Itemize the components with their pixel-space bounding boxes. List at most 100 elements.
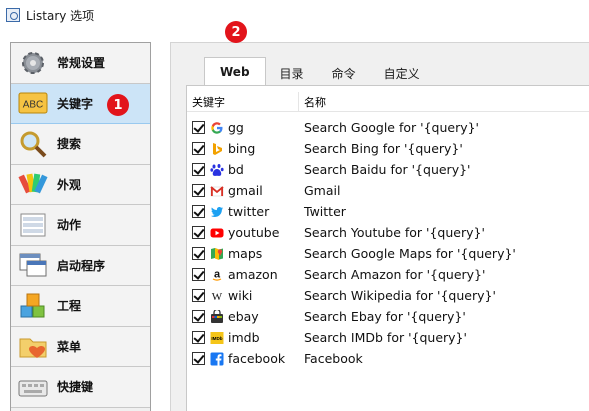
sidebar-item-actions[interactable]: 动作 [11, 205, 150, 246]
enable-checkbox[interactable] [192, 226, 205, 239]
enable-checkbox[interactable] [192, 121, 205, 134]
name-text: Search Wikipedia for '{query}' [304, 288, 496, 303]
sidebar-item-label: 启动程序 [57, 258, 106, 273]
list-item[interactable]: a amazon Search Amazon for '{query}' [187, 264, 589, 285]
keyword-text: bd [228, 162, 244, 177]
keyword-text: gg [228, 120, 244, 135]
window-title: Listary 选项 [26, 8, 95, 23]
enable-checkbox[interactable] [192, 310, 205, 323]
sidebar-item-label: 外观 [57, 177, 82, 192]
keyword-text: amazon [228, 267, 278, 282]
list-item[interactable]: youtube Search Youtube for '{query}' [187, 222, 589, 243]
palette-icon [17, 168, 49, 200]
column-header-name[interactable]: 名称 [299, 94, 326, 110]
keyboard-icon [17, 371, 49, 403]
name-text: Search Google for '{query}' [304, 120, 479, 135]
enable-checkbox[interactable] [192, 331, 205, 344]
name-text: Twitter [304, 204, 346, 219]
list-item[interactable]: gg Search Google for '{query}' [187, 117, 589, 138]
sidebar: 常规设置 ABC 关键字 搜索 外观 动作 启动程序 工程 菜单 快捷键 [10, 42, 151, 411]
tab-custom[interactable]: 自定义 [370, 61, 434, 85]
sidebar-item-label: 快捷键 [57, 380, 94, 395]
enable-checkbox[interactable] [192, 268, 205, 281]
column-header-keyword[interactable]: 关键字 [187, 92, 299, 111]
youtube-icon [210, 226, 224, 240]
sidebar-item-projects[interactable]: 工程 [11, 286, 150, 327]
name-text: Facebook [304, 351, 363, 366]
sidebar-item-menu[interactable]: 菜单 [11, 326, 150, 367]
list-item[interactable]: bd Search Baidu for '{query}' [187, 159, 589, 180]
tab-web[interactable]: Web [204, 57, 266, 85]
gmail-icon [210, 184, 224, 198]
list-rows: gg Search Google for '{query}' bing Sear… [187, 117, 589, 369]
tab-bar: Web 目录 命令 自定义 [204, 57, 434, 85]
tab-directory[interactable]: 目录 [266, 61, 318, 85]
actions-icon [17, 209, 49, 241]
list-item[interactable]: ebay Search Ebay for '{query}' [187, 306, 589, 327]
list-item[interactable]: facebook Facebook [187, 348, 589, 369]
svg-text:a: a [214, 268, 221, 280]
keyword-text: facebook [228, 351, 286, 366]
keyword-text: imdb [228, 330, 260, 345]
enable-checkbox[interactable] [192, 184, 205, 197]
sidebar-item-general[interactable]: 常规设置 [11, 43, 150, 84]
enable-checkbox[interactable] [192, 142, 205, 155]
abc-icon: ABC [17, 87, 49, 119]
name-text: Search IMDb for '{query}' [304, 330, 467, 345]
ebay-icon [210, 309, 224, 324]
svg-text:W: W [212, 291, 223, 303]
annotation-badge-1: 1 [107, 94, 129, 116]
twitter-icon [210, 205, 224, 219]
keyword-text: twitter [228, 204, 270, 219]
name-text: Search Amazon for '{query}' [304, 267, 486, 282]
enable-checkbox[interactable] [192, 289, 205, 302]
tab-commands[interactable]: 命令 [318, 61, 370, 85]
enable-checkbox[interactable] [192, 352, 205, 365]
name-text: Search Bing for '{query}' [304, 141, 463, 156]
sidebar-item-appearance[interactable]: 外观 [11, 164, 150, 205]
list-item[interactable]: IMDb imdb Search IMDb for '{query}' [187, 327, 589, 348]
svg-text:ABC: ABC [23, 100, 44, 111]
name-text: Search Baidu for '{query}' [304, 162, 471, 177]
keyword-list: 关键字 名称 gg Search Google for '{query}' bi… [186, 85, 589, 411]
name-text: Search Google Maps for '{query}' [304, 246, 516, 261]
sidebar-item-label: 关键字 [57, 96, 94, 111]
sidebar-item-label: 菜单 [57, 339, 82, 354]
cubes-icon [17, 290, 49, 322]
enable-checkbox[interactable] [192, 247, 205, 260]
sidebar-item-label: 常规设置 [57, 56, 106, 71]
magnifier-icon [17, 128, 49, 160]
listary-app-icon [6, 8, 20, 22]
keyword-text: ebay [228, 309, 259, 324]
list-item[interactable]: twitter Twitter [187, 201, 589, 222]
sidebar-item-launch[interactable]: 启动程序 [11, 245, 150, 286]
baidu-icon [210, 163, 224, 177]
list-header: 关键字 名称 [187, 92, 589, 112]
windows-icon [17, 249, 49, 281]
sidebar-item-label: 工程 [57, 299, 82, 314]
imdb-icon: IMDb [210, 331, 224, 345]
annotation-badge-2: 2 [225, 21, 247, 43]
enable-checkbox[interactable] [192, 163, 205, 176]
sidebar-item-hotkeys[interactable]: 快捷键 [11, 367, 150, 408]
list-item[interactable]: gmail Gmail [187, 180, 589, 201]
sidebar-item-label: 动作 [57, 218, 82, 233]
bing-icon [210, 142, 224, 156]
sidebar-item-search[interactable]: 搜索 [11, 124, 150, 165]
enable-checkbox[interactable] [192, 205, 205, 218]
keyword-text: youtube [228, 225, 280, 240]
keyword-text: bing [228, 141, 256, 156]
sidebar-item-label: 搜索 [57, 137, 82, 152]
gear-icon [17, 47, 49, 79]
list-item[interactable]: maps Search Google Maps for '{query}' [187, 243, 589, 264]
keyword-text: wiki [228, 288, 253, 303]
name-text: Gmail [304, 183, 341, 198]
google-icon [210, 121, 224, 135]
facebook-icon [210, 352, 224, 366]
list-item[interactable]: W wiki Search Wikipedia for '{query}' [187, 285, 589, 306]
svg-text:IMDb: IMDb [211, 336, 222, 341]
folder-heart-icon [17, 330, 49, 362]
maps-icon [210, 247, 224, 261]
sidebar-item-keywords[interactable]: ABC 关键字 [11, 83, 150, 124]
list-item[interactable]: bing Search Bing for '{query}' [187, 138, 589, 159]
